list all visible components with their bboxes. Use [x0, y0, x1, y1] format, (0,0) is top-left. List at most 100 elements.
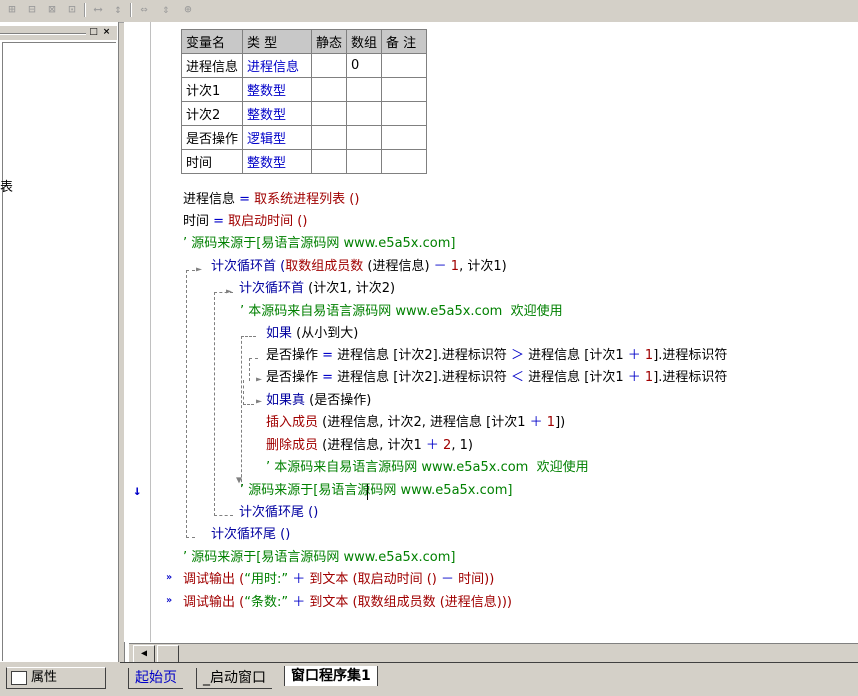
code-token: 调试输出 (: [183, 572, 245, 587]
align-left-icon[interactable]: ⊞: [4, 2, 20, 17]
code-token: ]): [555, 415, 566, 430]
breakpoint-arrow-icon: »: [166, 572, 173, 583]
titlebar-grip: [0, 33, 86, 35]
code-line[interactable]: 删除成员 (进程信息, 计次1 ＋ 2, 1): [266, 436, 473, 456]
scroll-left-icon[interactable]: ◀: [133, 645, 155, 663]
header-cell: 类 型: [242, 29, 313, 54]
var-static[interactable]: [311, 53, 348, 78]
code-token: ＋: [292, 595, 306, 610]
var-type[interactable]: 逻辑型: [242, 125, 313, 150]
var-type[interactable]: 整数型: [242, 149, 313, 174]
minimize-button[interactable]: □: [88, 27, 99, 37]
code-line[interactable]: 是否操作 = 进程信息 [计次2].进程标识符 ＜ 进程信息 [计次1 ＋ 1]…: [266, 368, 727, 388]
gutter-divider: [150, 22, 151, 642]
branch-arrow-icon: ►: [256, 374, 263, 385]
code-line[interactable]: ’ 本源码来自易语言源码网 www.e5a5x.com 欢迎使用: [266, 458, 589, 478]
code-line[interactable]: 是否操作 = 进程信息 [计次2].进程标识符 ＞ 进程信息 [计次1 ＋ 1]…: [266, 346, 727, 366]
properties-tab-label: 属性: [31, 670, 58, 685]
toolbar-separator: [130, 3, 132, 17]
tab-startup-window[interactable]: _启动窗口: [196, 668, 272, 689]
table-row[interactable]: 计次2 整数型: [180, 101, 428, 126]
var-array[interactable]: [346, 77, 383, 102]
scroll-thumb[interactable]: [157, 645, 179, 663]
code-line[interactable]: 计次循环首 (取数组成员数 (进程信息) － 1, 计次1): [211, 257, 507, 277]
var-note[interactable]: [381, 149, 428, 174]
var-array[interactable]: [346, 101, 383, 126]
code-token: 进程信息 [计次2].进程标识符: [333, 348, 511, 363]
var-static[interactable]: [311, 77, 348, 102]
tab-start-page[interactable]: 起始页: [128, 668, 183, 689]
code-token: 进程信息 [计次1: [524, 370, 628, 385]
toolbar-separator: [84, 3, 86, 17]
var-name[interactable]: 时间: [180, 149, 244, 174]
code-token: 如果真: [266, 393, 310, 408]
space-vertical-icon[interactable]: ↕: [110, 2, 126, 17]
var-name[interactable]: 是否操作: [180, 125, 244, 150]
table-row[interactable]: 是否操作 逻辑型: [180, 125, 428, 150]
code-token: －: [440, 572, 454, 587]
align-distribute-icon[interactable]: ⊡: [64, 2, 80, 17]
code-token: 进程信息 [计次1: [524, 348, 628, 363]
code-line[interactable]: 如果 (从小到大): [266, 324, 358, 344]
table-row[interactable]: 计次1 整数型: [180, 77, 428, 102]
var-static[interactable]: [311, 101, 348, 126]
var-type[interactable]: 进程信息: [242, 53, 313, 78]
code-line[interactable]: 计次循环首 (计次1, 计次2): [239, 279, 395, 299]
var-array[interactable]: 0: [346, 53, 383, 78]
var-type[interactable]: 整数型: [242, 77, 313, 102]
fit-height-icon[interactable]: ⇕: [158, 2, 174, 17]
center-icon[interactable]: ⊕: [180, 2, 196, 17]
code-token: (进程信息, 计次2, 进程信息 [计次1: [318, 415, 530, 430]
tab-window-assembly[interactable]: 窗口程序集1: [284, 666, 378, 686]
code-line[interactable]: 如果真 (是否操作): [266, 391, 371, 411]
fit-width-icon[interactable]: ⇔: [136, 2, 152, 17]
code-line[interactable]: ’ 本源码来自易语言源码网 www.e5a5x.com 欢迎使用: [240, 302, 563, 322]
var-name[interactable]: 进程信息: [180, 53, 244, 78]
close-button[interactable]: ×: [101, 27, 112, 37]
var-name[interactable]: 计次2: [180, 101, 244, 126]
code-token: ＋: [292, 572, 306, 587]
code-token: －: [433, 259, 447, 274]
code-line[interactable]: 调试输出 (“条数:” ＋ 到文本 (取数组成员数 (进程信息))): [183, 593, 512, 613]
code-line[interactable]: 时间 = 取启动时间 (): [183, 212, 307, 232]
code-token: ＋: [529, 415, 543, 430]
code-token: 1: [640, 370, 654, 385]
var-static[interactable]: [311, 149, 348, 174]
code-line[interactable]: 进程信息 = 取系统进程列表 (): [183, 190, 359, 210]
var-name[interactable]: 计次1: [180, 77, 244, 102]
code-line[interactable]: 计次循环尾 (): [211, 525, 290, 545]
header-cell: 数组: [346, 29, 383, 54]
code-token: ＞: [511, 348, 525, 363]
var-array[interactable]: [346, 125, 383, 150]
var-note[interactable]: [381, 101, 428, 126]
code-token: 1: [446, 259, 460, 274]
space-horizontal-icon[interactable]: ⟷: [90, 2, 106, 17]
var-type[interactable]: 整数型: [242, 101, 313, 126]
code-token: 如果: [266, 326, 297, 341]
horizontal-scrollbar[interactable]: [129, 643, 858, 662]
var-array[interactable]: [346, 149, 383, 174]
code-token: 进程信息 [计次2].进程标识符: [333, 370, 511, 385]
code-token: (是否操作): [309, 393, 372, 408]
var-note[interactable]: [381, 77, 428, 102]
align-top-icon[interactable]: ⊠: [44, 2, 60, 17]
table-row[interactable]: 时间 整数型: [180, 149, 428, 174]
header-cell: 静态: [311, 29, 348, 54]
code-token: ].进程标识符: [653, 370, 728, 385]
table-row[interactable]: 进程信息 进程信息 0: [180, 53, 428, 78]
code-token: 是否操作: [266, 370, 323, 385]
align-center-icon[interactable]: ⊟: [24, 2, 40, 17]
code-line[interactable]: 插入成员 (进程信息, 计次2, 进程信息 [计次1 ＋ 1]): [266, 413, 565, 433]
var-static[interactable]: [311, 125, 348, 150]
variable-table-header: 变量名 类 型 静态 数组 备 注: [180, 29, 428, 54]
code-line[interactable]: ’ 源码来源于[易语言源码网 www.e5a5x.com]: [183, 548, 455, 568]
code-line[interactable]: ’ 源码来源于[易语言源码网 www.e5a5x.com]: [240, 481, 512, 501]
code-line[interactable]: 计次循环尾 (): [239, 503, 318, 523]
code-line[interactable]: 调试输出 (“用时:” ＋ 到文本 (取启动时间 () － 时间)): [183, 570, 494, 590]
var-note[interactable]: [381, 53, 428, 78]
variable-table: 变量名 类 型 静态 数组 备 注 进程信息 进程信息 0 计次1 整数型 计次…: [180, 29, 428, 174]
code-line[interactable]: ’ 源码来源于[易语言源码网 www.e5a5x.com]: [183, 234, 455, 254]
var-note[interactable]: [381, 125, 428, 150]
code-token: 计次循环首 (: [211, 259, 286, 274]
properties-tab[interactable]: 属性: [6, 667, 106, 689]
